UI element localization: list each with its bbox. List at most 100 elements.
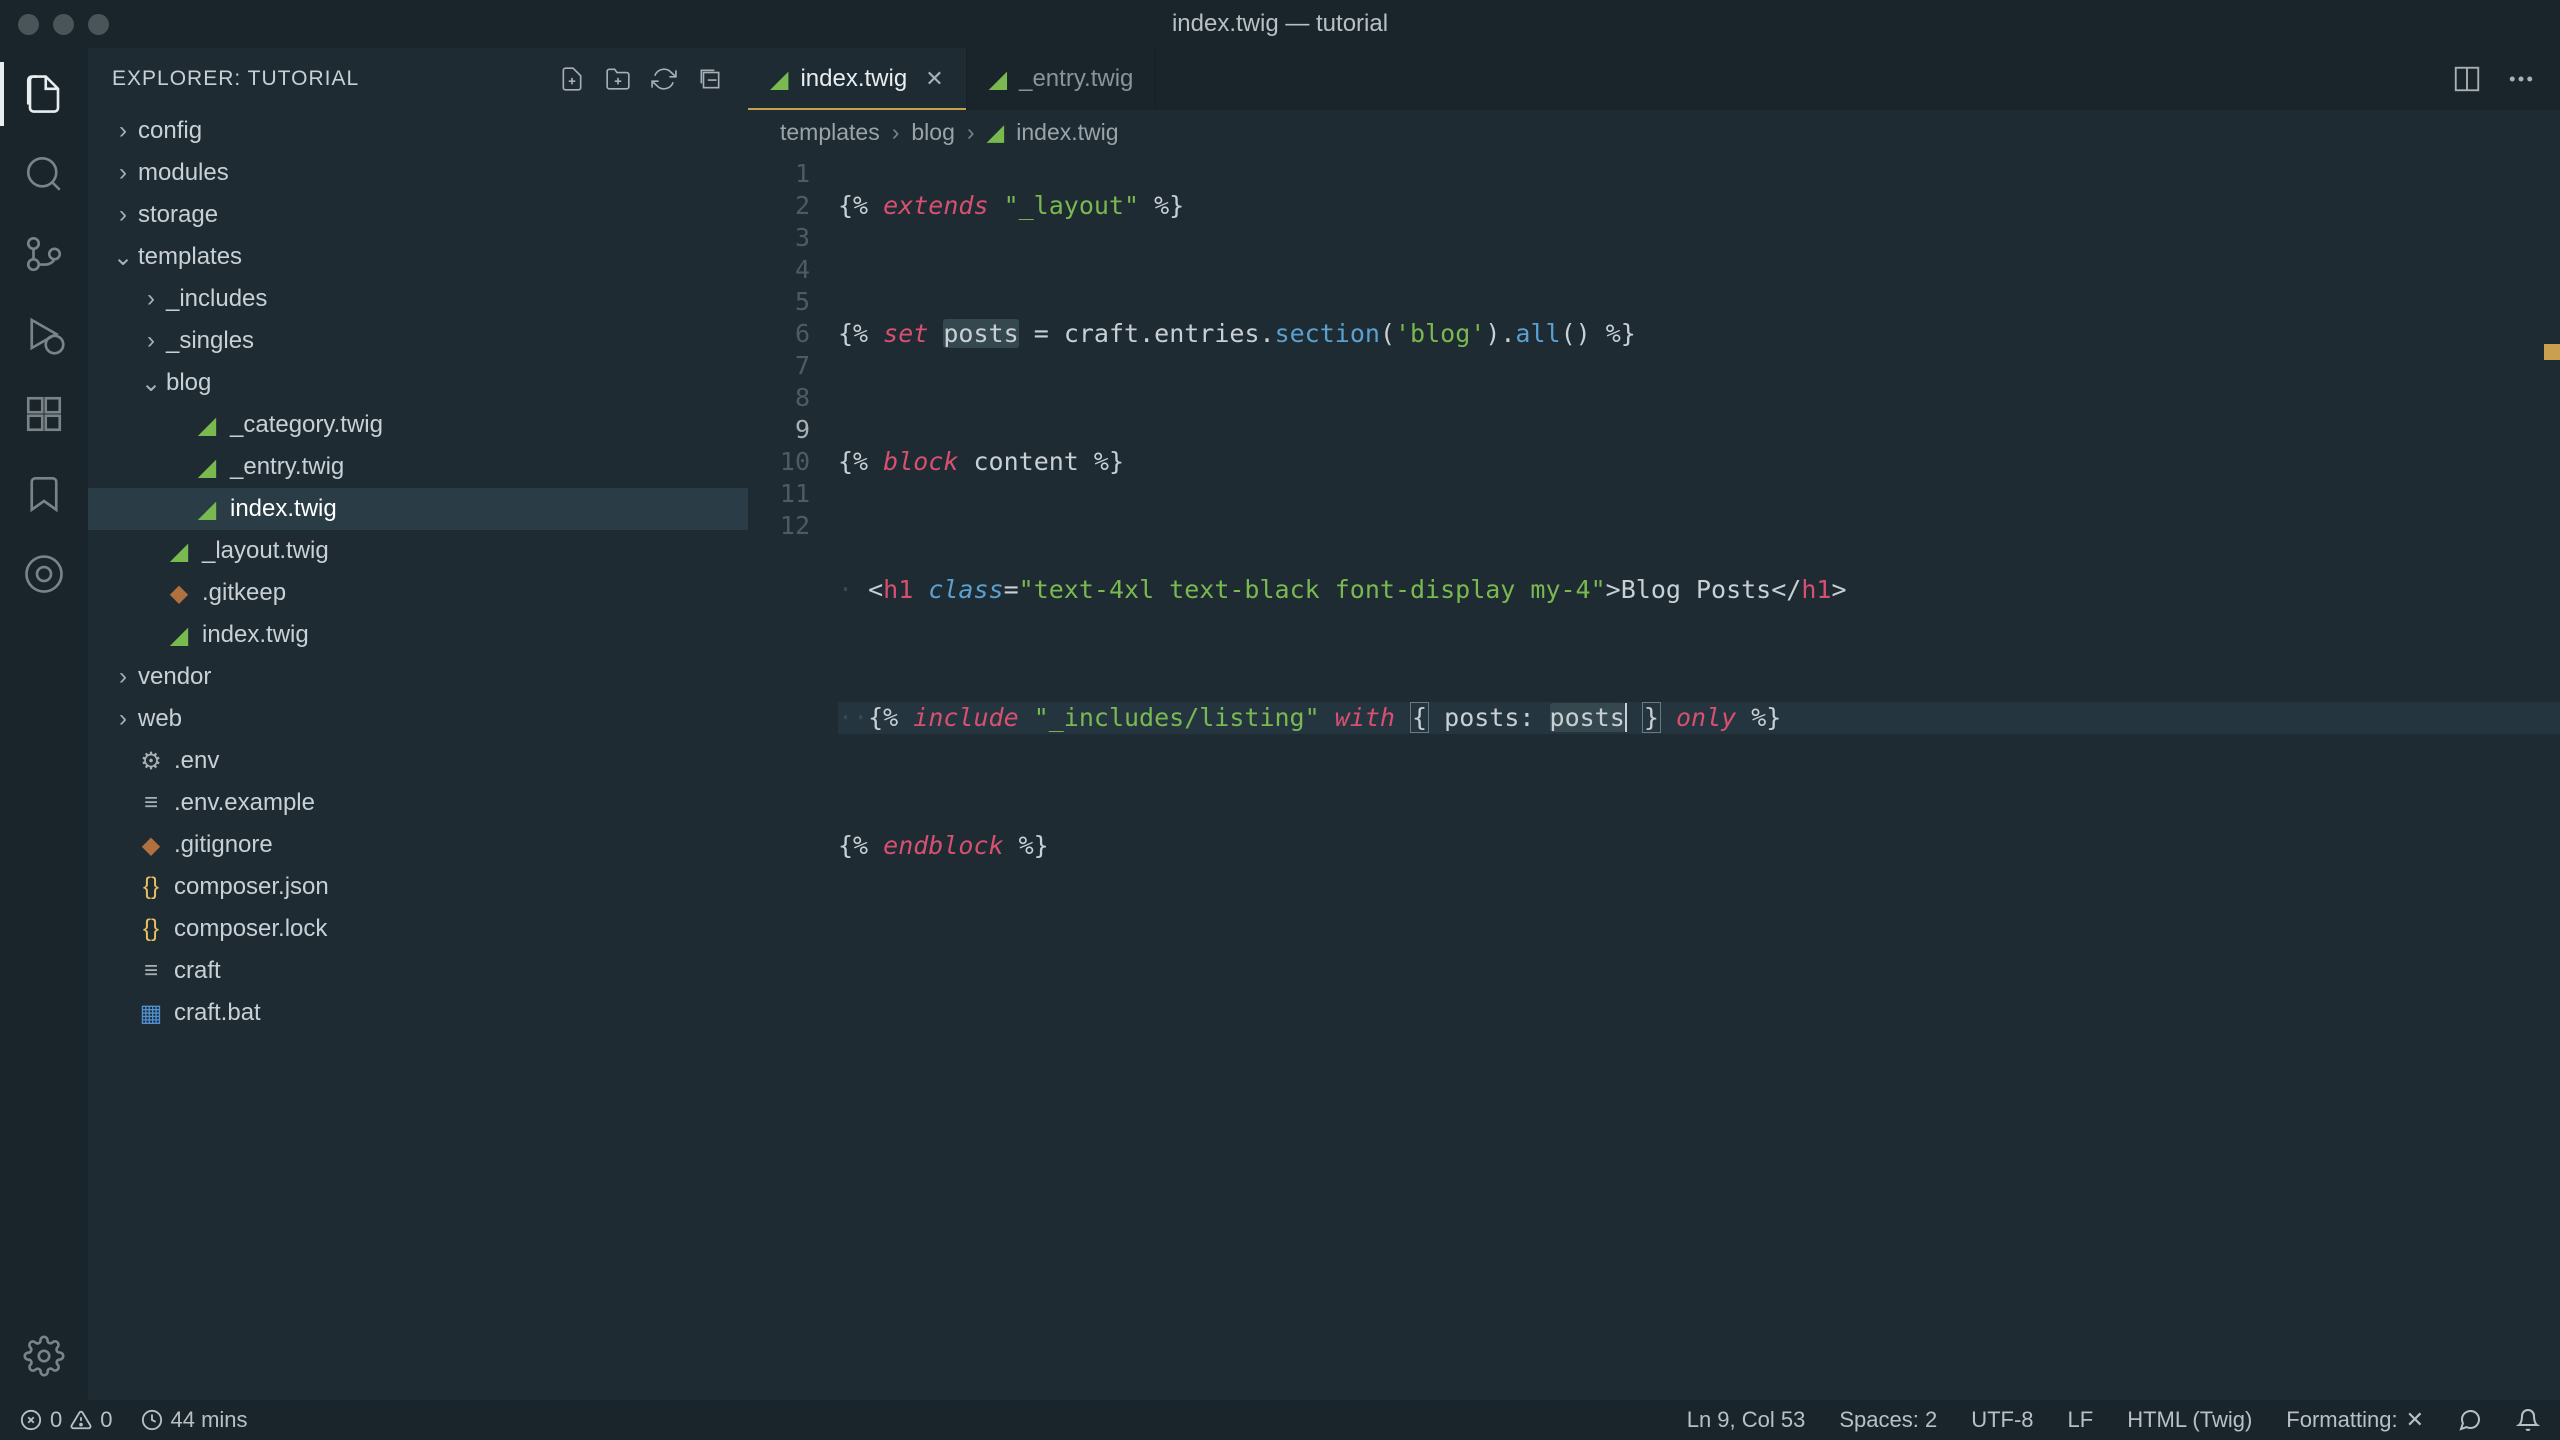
new-file-icon[interactable] (558, 65, 586, 93)
refresh-icon[interactable] (650, 65, 678, 93)
tree-item--gitignore[interactable]: ◆ .gitignore (88, 824, 748, 866)
tab-label: index.twig (800, 65, 907, 93)
status-encoding[interactable]: UTF-8 (1971, 1407, 2033, 1433)
close-icon: ✕ (2406, 1407, 2424, 1433)
chevron-right-icon: › (112, 117, 134, 145)
chevron-down-icon: ⌄ (140, 369, 162, 398)
chevron-right-icon: › (140, 327, 162, 355)
collapse-all-icon[interactable] (696, 65, 724, 93)
tree-item-storage[interactable]: ›storage (88, 194, 748, 236)
tree-item--layout-twig[interactable]: ◢_layout.twig (88, 530, 748, 572)
tree-item-label: _category.twig (230, 411, 383, 439)
tabs: ◢ index.twig ✕ ◢ _entry.twig (748, 48, 2560, 110)
status-formatting[interactable]: Formatting: ✕ (2286, 1407, 2424, 1433)
titlebar: index.twig — tutorial (0, 0, 2560, 48)
tab-index-twig[interactable]: ◢ index.twig ✕ (748, 48, 967, 110)
more-actions-icon[interactable] (2506, 64, 2536, 94)
tree-item-label: .gitignore (174, 831, 273, 859)
minimize-window-button[interactable] (53, 14, 74, 35)
window-title: index.twig — tutorial (1172, 10, 1388, 38)
status-position[interactable]: Ln 9, Col 53 (1687, 1407, 1806, 1433)
chevron-right-icon: › (140, 285, 162, 313)
breadcrumb-seg[interactable]: templates (780, 119, 880, 146)
tree-item--includes[interactable]: ›_includes (88, 278, 748, 320)
breadcrumb-seg[interactable]: index.twig (1016, 119, 1118, 146)
tree-item--env-example[interactable]: ≡.env.example (88, 782, 748, 824)
tree-item-composer-lock[interactable]: {}composer.lock (88, 908, 748, 950)
tree-item--category-twig[interactable]: ◢_category.twig (88, 404, 748, 446)
chevron-right-icon: › (112, 201, 134, 229)
tree-item-label: modules (138, 159, 229, 187)
tree-item-blog[interactable]: ⌄blog (88, 362, 748, 404)
git-file-icon: ◆ (138, 831, 164, 860)
live-server-view-icon[interactable] (20, 550, 68, 598)
tree-item--singles[interactable]: ›_singles (88, 320, 748, 362)
tree-item-index-twig[interactable]: ◢ index.twig (88, 488, 748, 530)
twig-file-icon: ◢ (989, 65, 1007, 94)
bookmarks-view-icon[interactable] (20, 470, 68, 518)
tree-item-label: _singles (166, 327, 254, 355)
chevron-right-icon: › (112, 705, 134, 733)
maximize-window-button[interactable] (88, 14, 109, 35)
tree-item-vendor[interactable]: ›vendor (88, 656, 748, 698)
code-content[interactable]: {% extends "_layout" %} {% set posts = c… (838, 154, 2560, 1400)
breadcrumb[interactable]: templates › blog › ◢ index.twig (748, 110, 2560, 154)
chevron-right-icon: › (112, 663, 134, 691)
gear-icon: ⚙ (138, 747, 164, 776)
status-indentation[interactable]: Spaces: 2 (1839, 1407, 1937, 1433)
code-editor[interactable]: 123456789101112 {% extends "_layout" %} … (748, 154, 2560, 1400)
tree-item-composer-json[interactable]: {}composer.json (88, 866, 748, 908)
tree-item--env[interactable]: ⚙.env (88, 740, 748, 782)
twig-file-icon: ◢ (166, 621, 192, 650)
json-file-icon: {} (138, 873, 164, 901)
status-notifications-icon[interactable] (2516, 1408, 2540, 1432)
twig-file-icon: ◢ (194, 495, 220, 524)
source-control-view-icon[interactable] (20, 230, 68, 278)
chevron-right-icon: › (892, 119, 900, 146)
chevron-right-icon: › (112, 159, 134, 187)
close-tab-icon[interactable]: ✕ (925, 66, 943, 92)
debug-view-icon[interactable] (20, 310, 68, 358)
status-eol[interactable]: LF (2068, 1407, 2094, 1433)
status-problems[interactable]: 0 0 (20, 1407, 113, 1433)
tab-entry-twig[interactable]: ◢ _entry.twig (967, 48, 1157, 110)
activity-bar (0, 48, 88, 1400)
new-folder-icon[interactable] (604, 65, 632, 93)
tree-item-label: _layout.twig (202, 537, 329, 565)
close-window-button[interactable] (18, 14, 39, 35)
settings-icon[interactable] (20, 1332, 68, 1380)
file-icon: ≡ (138, 957, 164, 985)
file-icon: ≡ (138, 789, 164, 817)
tree-item-craft-bat[interactable]: ▦craft.bat (88, 992, 748, 1034)
status-feedback-icon[interactable] (2458, 1408, 2482, 1432)
tree-item-label: composer.lock (174, 915, 327, 943)
tree-item--gitkeep[interactable]: ◆ .gitkeep (88, 572, 748, 614)
extensions-view-icon[interactable] (20, 390, 68, 438)
sidebar: EXPLORER: TUTORIAL ›config›modules›stora… (88, 48, 748, 1400)
tree-item-label: vendor (138, 663, 211, 691)
git-file-icon: ◆ (166, 579, 192, 608)
tree-item-config[interactable]: ›config (88, 110, 748, 152)
explorer-view-icon[interactable] (20, 70, 68, 118)
line-gutter: 123456789101112 (748, 154, 838, 1400)
tree-item-modules[interactable]: ›modules (88, 152, 748, 194)
tree-item-templates[interactable]: ⌄templates (88, 236, 748, 278)
tree-item-label: .gitkeep (202, 579, 286, 607)
search-view-icon[interactable] (20, 150, 68, 198)
breadcrumb-seg[interactable]: blog (911, 119, 954, 146)
tree-item-label: index.twig (202, 621, 309, 649)
chevron-down-icon: ⌄ (112, 243, 134, 272)
tree-item-index-twig[interactable]: ◢ index.twig (88, 614, 748, 656)
minimap-marker (2544, 344, 2560, 360)
tree-item-label: _includes (166, 285, 267, 313)
tree-item-label: index.twig (230, 495, 337, 523)
status-language[interactable]: HTML (Twig) (2127, 1407, 2252, 1433)
status-time[interactable]: 44 mins (141, 1407, 248, 1433)
minimap-ruler[interactable] (2536, 154, 2560, 1400)
tree-item--entry-twig[interactable]: ◢_entry.twig (88, 446, 748, 488)
tree-item-label: web (138, 705, 182, 733)
tree-item-craft[interactable]: ≡craft (88, 950, 748, 992)
split-editor-icon[interactable] (2452, 64, 2482, 94)
tree-item-label: config (138, 117, 202, 145)
tree-item-web[interactable]: ›web (88, 698, 748, 740)
